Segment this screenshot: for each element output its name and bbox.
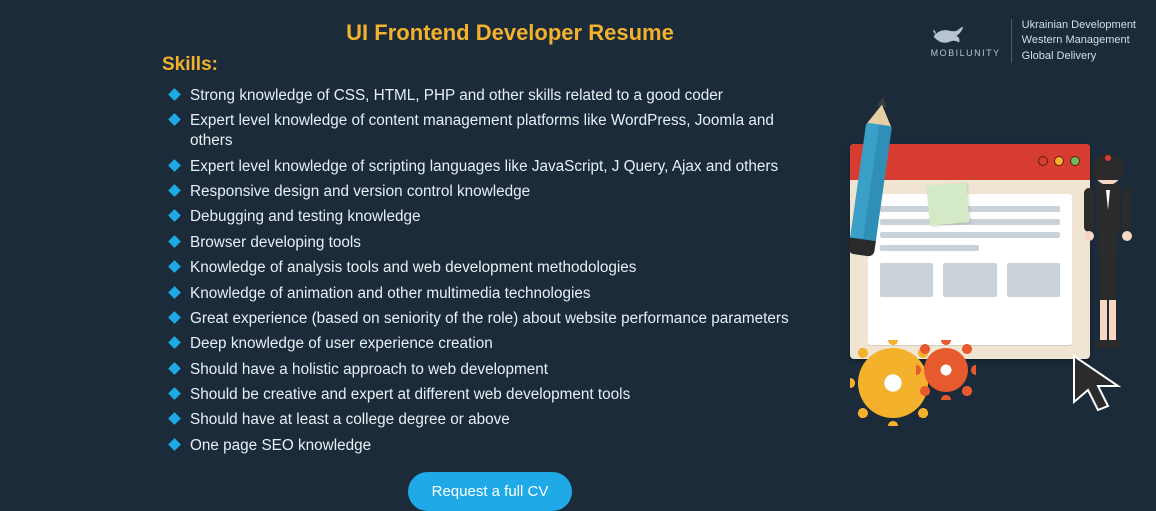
- bullet-diamond-icon: [168, 184, 181, 197]
- skill-text: Debugging and testing knowledge: [190, 208, 420, 225]
- bullet-diamond-icon: [168, 387, 181, 400]
- bullet-diamond-icon: [168, 438, 181, 451]
- brand-name: MOBILUNITY: [931, 48, 1001, 58]
- skill-text: Expert level knowledge of scripting lang…: [190, 158, 778, 175]
- skill-item: One page SEO knowledge: [170, 436, 810, 456]
- skill-text: Should have a holistic approach to web d…: [190, 361, 548, 378]
- request-cv-button[interactable]: Request a full CV: [408, 472, 573, 511]
- bullet-diamond-icon: [168, 88, 181, 101]
- skill-item: Should be creative and expert at differe…: [170, 385, 810, 405]
- tagline-3: Global Delivery: [1022, 49, 1136, 64]
- skill-item: Knowledge of animation and other multime…: [170, 284, 810, 304]
- bullet-diamond-icon: [168, 159, 181, 172]
- tagline-2: Western Management: [1022, 33, 1136, 48]
- skill-text: Strong knowledge of CSS, HTML, PHP and o…: [190, 87, 723, 104]
- skill-text: Deep knowledge of user experience creati…: [190, 335, 493, 352]
- bullet-diamond-icon: [168, 311, 181, 324]
- cta-wrap: Request a full CV: [170, 472, 810, 511]
- skill-text: Should have at least a college degree or…: [190, 411, 510, 428]
- bullet-diamond-icon: [168, 336, 181, 349]
- resume-content: UI Frontend Developer Resume Skills: Str…: [170, 20, 810, 499]
- bullet-diamond-icon: [168, 210, 181, 223]
- logo-separator: [1011, 19, 1012, 63]
- whale-logo-icon: [931, 24, 965, 46]
- businesswoman-icon: [1076, 150, 1140, 360]
- page-title: UI Frontend Developer Resume: [210, 20, 810, 46]
- skill-text: Knowledge of analysis tools and web deve…: [190, 259, 636, 276]
- skill-item: Great experience (based on seniority of …: [170, 309, 810, 329]
- hero-illustration: [836, 130, 1136, 410]
- skill-text: Browser developing tools: [190, 234, 361, 251]
- skills-heading: Skills:: [162, 54, 810, 76]
- bullet-diamond-icon: [168, 362, 181, 375]
- bullet-diamond-icon: [168, 114, 181, 127]
- skill-item: Browser developing tools: [170, 233, 810, 253]
- webpage-mock-icon: [850, 144, 1090, 359]
- skill-text: Knowledge of animation and other multime…: [190, 285, 591, 302]
- window-controls-icon: [1038, 156, 1080, 166]
- skill-item: Responsive design and version control kn…: [170, 182, 810, 202]
- skill-item: Expert level knowledge of content manage…: [170, 111, 810, 151]
- sticky-note-icon: [926, 182, 969, 225]
- skill-text: One page SEO knowledge: [190, 437, 371, 454]
- skill-item: Debugging and testing knowledge: [170, 207, 810, 227]
- bullet-diamond-icon: [168, 260, 181, 273]
- skill-item: Should have a holistic approach to web d…: [170, 360, 810, 380]
- skill-item: Strong knowledge of CSS, HTML, PHP and o…: [170, 86, 810, 106]
- gear-orange-icon: [924, 348, 968, 392]
- brand-logo-block: MOBILUNITY Ukrainian Development Western…: [931, 18, 1136, 64]
- bullet-diamond-icon: [168, 286, 181, 299]
- skill-item: Expert level knowledge of scripting lang…: [170, 157, 810, 177]
- bullet-diamond-icon: [168, 235, 181, 248]
- page-content-mock: [868, 194, 1072, 345]
- skill-text: Should be creative and expert at differe…: [190, 386, 630, 403]
- tagline-1: Ukrainian Development: [1022, 18, 1136, 33]
- cursor-arrow-icon: [1068, 350, 1128, 420]
- skill-text: Expert level knowledge of content manage…: [190, 112, 774, 149]
- brand-mark-col: MOBILUNITY: [931, 24, 1001, 58]
- skill-text: Great experience (based on seniority of …: [190, 310, 789, 327]
- brand-taglines: Ukrainian Development Western Management…: [1022, 18, 1136, 64]
- skill-item: Should have at least a college degree or…: [170, 410, 810, 430]
- skill-text: Responsive design and version control kn…: [190, 183, 530, 200]
- bullet-diamond-icon: [168, 413, 181, 426]
- skill-item: Knowledge of analysis tools and web deve…: [170, 258, 810, 278]
- skills-list: Strong knowledge of CSS, HTML, PHP and o…: [170, 86, 810, 456]
- skill-item: Deep knowledge of user experience creati…: [170, 334, 810, 354]
